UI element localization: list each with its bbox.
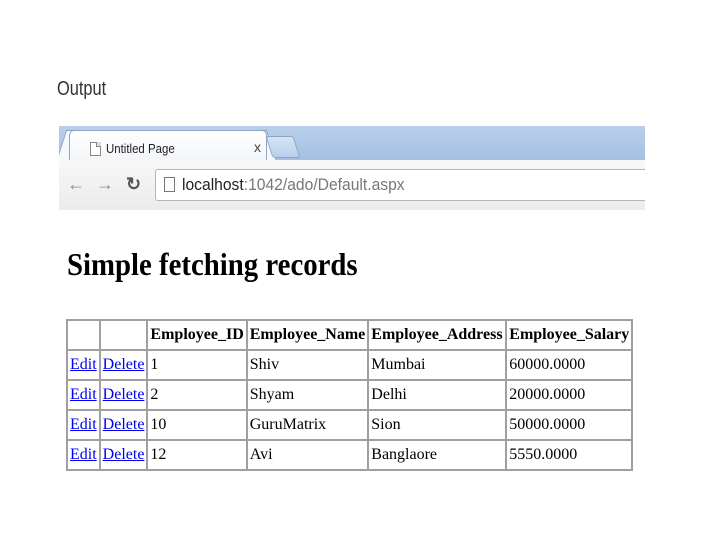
url-path: :1042/ado/Default.aspx [243, 175, 405, 194]
new-tab-button[interactable] [265, 136, 301, 158]
cell-employee-id: 2 [146, 379, 248, 411]
cell-employee-name: Shyam [245, 379, 370, 411]
browser-window: Untitled Page x ← → ↻ localhost:1042/ado… [59, 126, 645, 210]
cell-employee-name: Avi [245, 439, 370, 471]
browser-toolbar: ← → ↻ localhost:1042/ado/Default.aspx [59, 160, 645, 210]
cell-employee-address: Sion [367, 409, 508, 441]
table-header-row: Employee_ID Employee_Name Employee_Addre… [66, 319, 634, 351]
delete-link[interactable]: Delete [103, 356, 145, 373]
address-bar[interactable]: localhost:1042/ado/Default.aspx [155, 169, 645, 201]
page-heading: Simple fetching records [67, 246, 358, 282]
reload-icon[interactable]: ↻ [126, 173, 141, 195]
cell-employee-salary: 20000.0000 [505, 379, 634, 411]
cell-employee-id: 12 [146, 439, 248, 471]
cell-employee-salary: 60000.0000 [505, 349, 634, 381]
cell-employee-address: Mumbai [367, 349, 508, 381]
delete-link[interactable]: Delete [103, 416, 145, 433]
close-icon[interactable]: x [254, 139, 261, 155]
cell-employee-name: GuruMatrix [245, 409, 370, 441]
cell-employee-salary: 5550.0000 [505, 439, 634, 471]
tab-strip: Untitled Page x [59, 126, 645, 162]
cell-employee-id: 1 [146, 349, 248, 381]
cell-employee-address: Delhi [367, 379, 508, 411]
forward-arrow-icon[interactable]: → [96, 173, 114, 195]
cell-employee-name: Shiv [245, 349, 370, 381]
cell-employee-address: Banglaore [367, 439, 508, 471]
url-host: localhost [182, 175, 244, 194]
back-arrow-icon[interactable]: ← [67, 173, 85, 195]
table-row: Edit Delete 2 Shyam Delhi 20000.0000 [66, 379, 634, 411]
table-row: Edit Delete 1 Shiv Mumbai 60000.0000 [66, 349, 634, 381]
delete-link[interactable]: Delete [103, 386, 145, 403]
url-text: localhost:1042/ado/Default.aspx [182, 175, 405, 195]
column-header-employee-address[interactable]: Employee_Address [367, 319, 508, 351]
column-header-employee-name[interactable]: Employee_Name [245, 319, 370, 351]
employee-table: Employee_ID Employee_Name Employee_Addre… [66, 319, 634, 471]
edit-link[interactable]: Edit [70, 416, 97, 433]
page-icon [164, 177, 175, 192]
tab-title: Untitled Page [106, 141, 175, 156]
edit-link[interactable]: Edit [70, 356, 97, 373]
slide-title: Output [57, 78, 107, 100]
column-header-edit [66, 319, 101, 351]
browser-tab[interactable]: Untitled Page x [69, 130, 267, 162]
edit-link[interactable]: Edit [70, 386, 97, 403]
cell-employee-id: 10 [146, 409, 248, 441]
delete-link[interactable]: Delete [103, 446, 145, 463]
column-header-employee-id[interactable]: Employee_ID [146, 319, 248, 351]
table-row: Edit Delete 10 GuruMatrix Sion 50000.000… [66, 409, 634, 441]
column-header-employee-salary[interactable]: Employee_Salary [505, 319, 634, 351]
table-row: Edit Delete 12 Avi Banglaore 5550.0000 [66, 439, 634, 471]
cell-employee-salary: 50000.0000 [505, 409, 634, 441]
edit-link[interactable]: Edit [70, 446, 97, 463]
page-icon [90, 142, 101, 156]
column-header-delete [98, 319, 149, 351]
